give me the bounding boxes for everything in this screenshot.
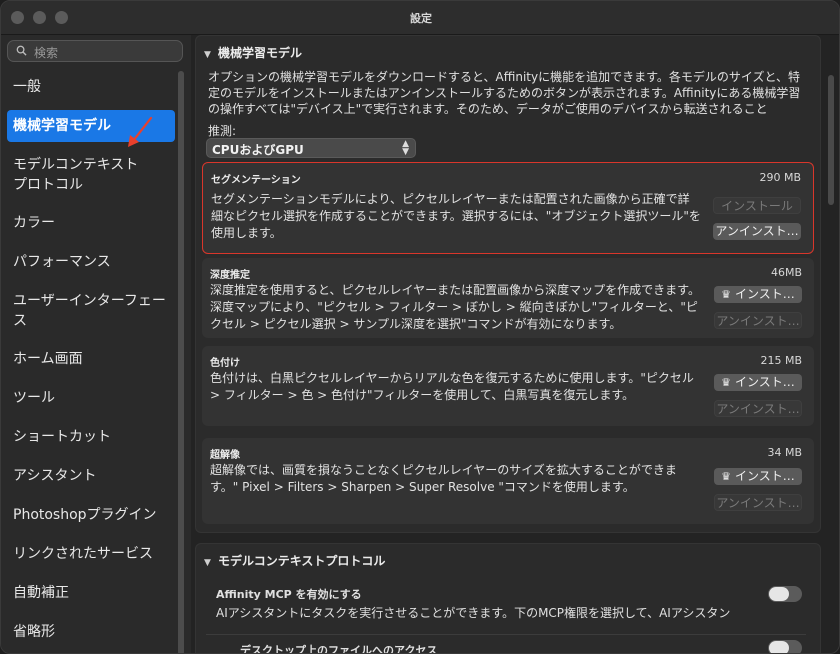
model-title: 深度推定 xyxy=(210,270,250,281)
mcp-enable-description: AIアシスタントにタスクを実行させることができます。下のMCP権限を選択して、A… xyxy=(216,606,731,620)
uninstall-button: アンインスト… xyxy=(714,312,802,329)
mcp-panel: ▼ モデルコンテキストプロトコル Affinity MCP を有効にする AIアシ… xyxy=(195,543,821,654)
ml-models-panel: ▼ 機械学習モデル オプションの機械学習モデルをダウンロードすると、Affinit… xyxy=(195,35,821,533)
install-label: インスト… xyxy=(735,469,795,483)
install-button[interactable]: ♛ インスト… xyxy=(714,468,802,485)
sidebar-item-performance[interactable]: パフォーマンス xyxy=(7,246,175,278)
sidebar-item-auto-correct[interactable]: 自動補正 xyxy=(7,577,175,609)
model-size: 290 MB xyxy=(759,171,801,184)
uninstall-button[interactable]: アンインスト… xyxy=(713,223,801,240)
file-access-toggle[interactable] xyxy=(768,640,802,653)
model-size: 46MB xyxy=(770,266,802,279)
sidebar-scroll-thumb[interactable] xyxy=(178,71,184,653)
sidebar-item-tools[interactable]: ツール xyxy=(7,382,175,414)
sidebar-item-general[interactable]: 一般 xyxy=(7,71,175,103)
model-description: 超解像では、画質を損なうことなくピクセルレイヤーのサイズを拡大することができます… xyxy=(210,463,677,494)
toggle-knob xyxy=(769,587,789,601)
install-label: インスト… xyxy=(735,375,795,389)
ml-section-title: 機械学習モデル xyxy=(218,46,303,60)
model-title: セグメンテーション xyxy=(211,175,301,186)
settings-window: 設定 検索 一般 機械学習モデル モデルコンテキスト プロトコル カラー パフォ… xyxy=(0,0,840,654)
crown-icon: ♛ xyxy=(721,376,732,389)
model-title: 色付け xyxy=(210,358,240,369)
model-card-super-resolution: 超解像 34 MB 超解像では、画質を損なうことなくピクセルレイヤーのサイズを拡… xyxy=(202,438,814,524)
crown-icon: ♛ xyxy=(721,470,732,483)
model-card-colorize: 色付け 215 MB 色付けは、白黒ピクセルレイヤーからリアルな色を復元するため… xyxy=(202,346,814,426)
search-icon xyxy=(16,45,27,56)
window-title: 設定 xyxy=(410,12,432,25)
sidebar-item-mcp[interactable]: モデルコンテキスト プロトコル xyxy=(7,153,175,197)
ml-section-header[interactable]: ▼ 機械学習モデル xyxy=(204,44,302,61)
sidebar-item-photoshop-plugins[interactable]: Photoshopプラグイン xyxy=(7,499,175,531)
mcp-section-header[interactable]: ▼ モデルコンテキストプロトコル xyxy=(204,552,385,569)
inference-label: 推測: xyxy=(208,124,237,138)
search-placeholder: 検索 xyxy=(34,46,59,60)
chevron-down-icon: ▼ xyxy=(204,558,211,568)
mcp-section-title: モデルコンテキストプロトコル xyxy=(218,554,386,568)
model-description: 色付けは、白黒ピクセルレイヤーからリアルな色を復元するために使用します。"ピクセ… xyxy=(210,371,694,402)
annotation-arrow-icon xyxy=(128,116,153,147)
install-button: インストール xyxy=(713,197,801,214)
install-label: インスト… xyxy=(735,287,795,301)
mcp-enable-label: Affinity MCP を有効にする xyxy=(216,588,362,601)
install-button[interactable]: ♛ インスト… xyxy=(714,286,802,303)
search-input[interactable]: 検索 xyxy=(7,40,183,62)
sidebar-item-home-screen[interactable]: ホーム画面 xyxy=(7,343,175,375)
inference-select-value: CPUおよびGPU xyxy=(212,143,304,157)
inference-select[interactable]: CPUおよびGPU ▲ ▼ xyxy=(206,138,416,158)
ml-section-description: オプションの機械学習モデルをダウンロードすると、Affinityに機能を追加でき… xyxy=(208,70,801,116)
divider xyxy=(206,634,806,635)
model-title: 超解像 xyxy=(210,450,240,461)
sidebar-item-assistant[interactable]: アシスタント xyxy=(7,460,175,492)
file-access-label: デスクトップ上のファイルへのアクセス xyxy=(240,644,438,654)
sidebar-item-linked-services[interactable]: リンクされたサービス xyxy=(7,538,175,570)
sidebar-item-abbreviations[interactable]: 省略形 xyxy=(7,616,175,648)
uninstall-button: アンインスト… xyxy=(714,400,802,417)
sidebar-scrollbar[interactable] xyxy=(178,71,184,653)
install-button[interactable]: ♛ インスト… xyxy=(714,374,802,391)
uninstall-button: アンインスト… xyxy=(714,494,802,511)
main-scroll-thumb[interactable] xyxy=(828,75,834,205)
mcp-enable-toggle[interactable] xyxy=(768,586,802,602)
sidebar: 検索 一般 機械学習モデル モデルコンテキスト プロトコル カラー パフォーマン… xyxy=(1,35,191,653)
model-size: 34 MB xyxy=(767,446,802,459)
model-size: 215 MB xyxy=(760,354,802,367)
sidebar-item-user-interface[interactable]: ユーザーインターフェース xyxy=(7,289,167,333)
sidebar-item-shortcuts[interactable]: ショートカット xyxy=(7,421,175,453)
titlebar: 設定 xyxy=(1,1,839,35)
model-description: 深度推定を使用すると、ピクセルレイヤーまたは配置画像から深度マップを作成できます… xyxy=(210,283,700,331)
sidebar-item-color[interactable]: カラー xyxy=(7,207,175,239)
model-description: セグメンテーションモデルにより、ピクセルレイヤーまたは配置された画像から正確で詳… xyxy=(211,192,701,240)
model-card-segmentation: セグメンテーション 290 MB セグメンテーションモデルにより、ピクセルレイヤ… xyxy=(202,162,814,254)
crown-icon: ♛ xyxy=(721,288,732,301)
chevron-down-icon: ▼ xyxy=(204,50,211,60)
toggle-knob xyxy=(769,641,789,653)
updown-chevron-icon: ▲ ▼ xyxy=(402,139,409,157)
main-content: ▼ 機械学習モデル オプションの機械学習モデルをダウンロードすると、Affinit… xyxy=(191,35,839,654)
model-card-depth-estimation: 深度推定 46MB 深度推定を使用すると、ピクセルレイヤーまたは配置画像から深度… xyxy=(202,258,814,338)
